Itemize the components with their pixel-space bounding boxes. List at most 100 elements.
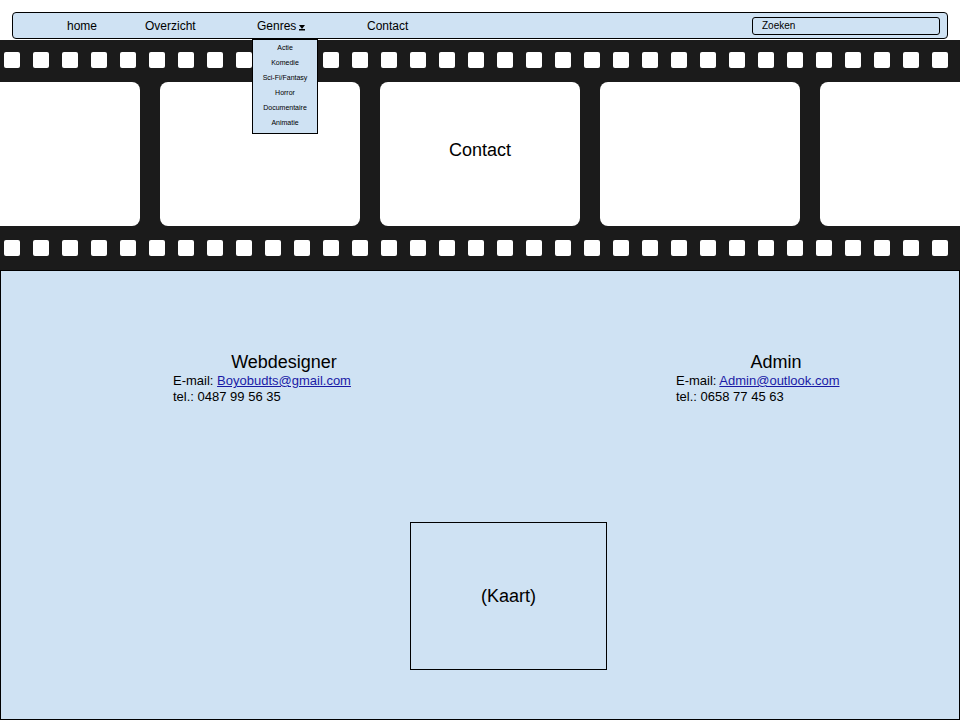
film-strip-banner: Contact xyxy=(0,40,960,270)
perforation xyxy=(468,240,484,256)
perforation xyxy=(584,52,600,68)
perforation xyxy=(381,52,397,68)
perforation xyxy=(816,52,832,68)
perforation xyxy=(149,52,165,68)
perforation xyxy=(120,240,136,256)
contact-role: Admin xyxy=(676,351,876,373)
top-spacer xyxy=(0,0,960,12)
perforation xyxy=(352,52,368,68)
perforation xyxy=(845,240,861,256)
perforation xyxy=(700,240,716,256)
genre-menu-item[interactable]: Animatie xyxy=(271,118,298,128)
perforation xyxy=(4,52,20,68)
email-link[interactable]: Admin@outlook.com xyxy=(719,373,839,388)
nav-item[interactable]: Contact xyxy=(367,13,447,38)
contact-card: AdminE-mail: Admin@outlook.comtel.: 0658… xyxy=(676,351,876,405)
nav-item[interactable]: GenresActieKomedieSci-Fi/FantasyHorrorDo… xyxy=(257,13,367,38)
perforation xyxy=(33,52,49,68)
film-frame: Contact xyxy=(380,82,580,226)
perforation xyxy=(642,240,658,256)
perforation xyxy=(62,52,78,68)
perforation xyxy=(642,52,658,68)
perforation xyxy=(381,240,397,256)
perforation xyxy=(236,52,252,68)
page-title: Contact xyxy=(449,139,511,161)
perforation xyxy=(323,240,339,256)
film-perforations xyxy=(4,52,960,68)
contact-email: E-mail: Admin@outlook.com xyxy=(676,373,876,389)
nav-bar: homeOverzichtGenresActieKomedieSci-Fi/Fa… xyxy=(12,12,948,39)
page: homeOverzichtGenresActieKomedieSci-Fi/Fa… xyxy=(0,0,960,720)
contact-phone: tel.: 0658 77 45 63 xyxy=(676,389,876,405)
perforation xyxy=(671,52,687,68)
perforation xyxy=(932,240,948,256)
perforation xyxy=(816,240,832,256)
perforation xyxy=(497,52,513,68)
perforation xyxy=(178,52,194,68)
perforation xyxy=(787,52,803,68)
perforation xyxy=(758,52,774,68)
perforation xyxy=(207,240,223,256)
perforation xyxy=(178,240,194,256)
email-link[interactable]: Boyobudts@gmail.com xyxy=(217,373,351,388)
perforation xyxy=(584,240,600,256)
nav-item[interactable]: home xyxy=(67,13,145,38)
perforation xyxy=(729,240,745,256)
contact-email: E-mail: Boyobudts@gmail.com xyxy=(173,373,395,389)
perforation xyxy=(497,240,513,256)
perforation xyxy=(236,240,252,256)
perforation xyxy=(787,240,803,256)
contact-phone: tel.: 0487 99 56 35 xyxy=(173,389,395,405)
film-frame xyxy=(0,82,140,226)
perforation xyxy=(526,240,542,256)
perforation xyxy=(845,52,861,68)
perforation xyxy=(33,240,49,256)
perforation xyxy=(323,52,339,68)
genre-menu-item[interactable]: Komedie xyxy=(271,58,299,68)
perforation xyxy=(352,240,368,256)
perforation xyxy=(4,240,20,256)
perforation xyxy=(758,240,774,256)
dropdown-arrow-icon[interactable] xyxy=(298,23,306,31)
perforation xyxy=(700,52,716,68)
film-frame xyxy=(600,82,800,226)
perforation xyxy=(671,240,687,256)
perforation xyxy=(729,52,745,68)
perforation xyxy=(874,52,890,68)
contact-role: Webdesigner xyxy=(173,351,395,373)
nav-item[interactable]: Overzicht xyxy=(145,13,257,38)
film-perforations xyxy=(4,240,960,256)
film-frames: Contact xyxy=(0,82,960,226)
perforation xyxy=(62,240,78,256)
perforation xyxy=(207,52,223,68)
perforation xyxy=(120,52,136,68)
perforation xyxy=(439,240,455,256)
genre-menu-item[interactable]: Actie xyxy=(277,43,293,53)
perforation xyxy=(410,240,426,256)
perforation xyxy=(91,240,107,256)
genre-menu-item[interactable]: Horror xyxy=(275,88,295,98)
perforation xyxy=(149,240,165,256)
perforation xyxy=(903,52,919,68)
map[interactable]: (Kaart) xyxy=(410,522,607,670)
perforation xyxy=(555,240,571,256)
perforation xyxy=(91,52,107,68)
film-frame xyxy=(820,82,960,226)
perforation xyxy=(932,52,948,68)
perforation xyxy=(410,52,426,68)
perforation xyxy=(903,240,919,256)
perforation xyxy=(439,52,455,68)
perforation xyxy=(526,52,542,68)
perforation xyxy=(265,240,281,256)
perforation xyxy=(874,240,890,256)
genre-menu-item[interactable]: Documentaire xyxy=(263,103,307,113)
search-field[interactable] xyxy=(752,17,940,35)
perforation xyxy=(613,52,629,68)
genre-menu-item[interactable]: Sci-Fi/Fantasy xyxy=(263,73,308,83)
perforation xyxy=(294,240,310,256)
perforation xyxy=(468,52,484,68)
contacts: WebdesignerE-mail: Boyobudts@gmail.comte… xyxy=(1,351,959,405)
genres-menu: Actie Komedie Sci-Fi/Fantasy Horror Document… xyxy=(252,39,318,134)
contact-card: WebdesignerE-mail: Boyobudts@gmail.comte… xyxy=(173,351,395,405)
perforation xyxy=(555,52,571,68)
